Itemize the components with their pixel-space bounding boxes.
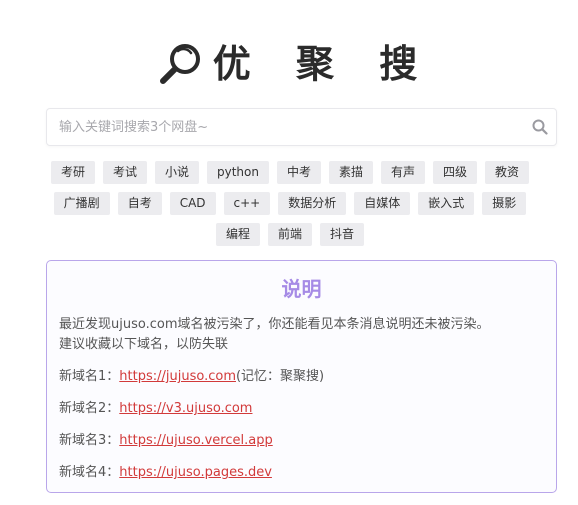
domain-item: 新域名2：https://v3.ujuso.com [59,399,544,419]
search-input[interactable] [47,109,529,145]
notice-line: 建议收藏以下域名，以防失联 [59,337,229,352]
tag-sheying[interactable]: 摄影 [482,192,527,215]
tag-cad[interactable]: CAD [169,192,216,215]
tag-row: 广播剧 自考 CAD c++ 数据分析 自媒体 嵌入式 摄影 [40,192,540,215]
tag-jiaozi[interactable]: 教资 [485,161,530,184]
tag-shujufenxi[interactable]: 数据分析 [278,192,347,215]
tag-python[interactable]: python [206,161,269,184]
search-icon[interactable] [532,119,548,135]
tag-zikao[interactable]: 自考 [117,192,162,215]
notice-panel: 说明 最近发现ujuso.com域名被污染了，你还能看见本条消息说明还未被污染。… [46,260,557,493]
domain-item: 新域名3：https://ujuso.vercel.app [59,431,544,451]
domain-link[interactable]: https://jujuso.com [119,369,236,384]
notice-line: 最近发现ujuso.com域名被污染了，你还能看见本条消息说明还未被污染。 [59,317,490,332]
tag-douyin[interactable]: 抖音 [320,223,365,246]
tag-xiaoshuo[interactable]: 小说 [154,161,199,184]
tag-guangboju[interactable]: 广播剧 [53,192,110,215]
magnifier-icon [157,40,205,88]
domain-label: 新域名4： [59,465,120,480]
domain-note: (记忆：聚聚搜) [235,369,325,384]
domain-link[interactable]: https://ujuso.pages.dev [119,465,272,480]
tag-qianrushi[interactable]: 嵌入式 [418,192,475,215]
tag-qianduan[interactable]: 前端 [267,223,312,246]
domain-item: 新域名4：https://ujuso.pages.dev [59,463,544,483]
logo: 优 聚 搜 [0,34,578,94]
domain-label: 新域名3： [59,433,120,448]
tag-cloud: 考研 考试 小说 python 中考 素描 有声 四级 教资 广播剧 自考 CA… [40,161,540,254]
tag-row: 编程 前端 抖音 [40,223,540,246]
tag-siji[interactable]: 四级 [433,161,478,184]
tag-yousheng[interactable]: 有声 [381,161,426,184]
domain-link[interactable]: https://ujuso.vercel.app [119,433,272,448]
tag-sumiao[interactable]: 素描 [328,161,373,184]
tag-row: 考研 考试 小说 python 中考 素描 有声 四级 教资 [40,161,540,184]
tag-zhongkao[interactable]: 中考 [276,161,321,184]
tag-biancheng[interactable]: 编程 [215,223,260,246]
domain-label: 新域名2： [59,401,120,416]
tag-kaoshi[interactable]: 考试 [102,161,147,184]
search-box [46,108,557,146]
tag-kaoyan[interactable]: 考研 [50,161,95,184]
tag-cpp[interactable]: c++ [223,192,271,215]
domain-item: 新域名1：https://jujuso.com(记忆：聚聚搜) [59,367,544,387]
notice-title: 说明 [281,277,322,301]
page: 优 聚 搜 考研 考试 小说 python 中考 素描 有声 四级 教资 广播剧… [0,0,578,505]
domain-link[interactable]: https://v3.ujuso.com [119,401,252,416]
tag-zimeiti[interactable]: 自媒体 [354,192,411,215]
domain-label: 新域名1： [59,369,120,384]
logo-text: 优 聚 搜 [212,42,434,86]
